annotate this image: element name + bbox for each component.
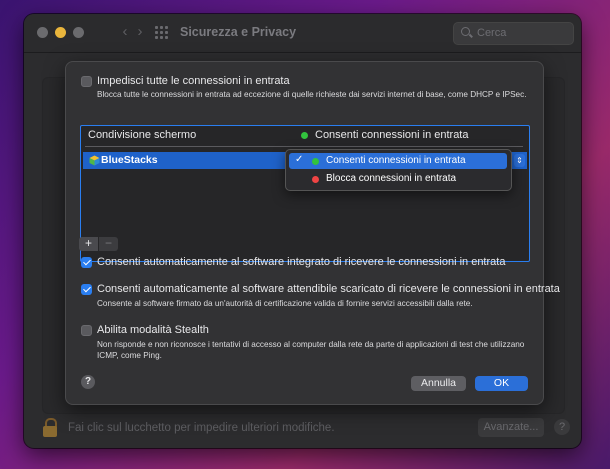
column-header-app: Condivisione schermo bbox=[88, 129, 197, 141]
connection-popup-menu: ✓ Consenti connessioni in entrata Blocca… bbox=[285, 149, 512, 191]
stealth-mode-label: Abilita modalità Stealth bbox=[97, 324, 209, 336]
auto-builtin-checkbox[interactable] bbox=[81, 257, 92, 268]
auto-signed-description: Consente al software firmato da un'autor… bbox=[97, 299, 473, 308]
ok-button[interactable]: OK bbox=[475, 376, 528, 391]
minimize-window-button[interactable] bbox=[55, 27, 66, 38]
search-field[interactable]: Cerca bbox=[453, 22, 574, 45]
forward-arrow-icon[interactable]: › bbox=[131, 23, 149, 41]
add-app-button[interactable]: + bbox=[79, 237, 98, 251]
window-title: Sicurezza e Privacy bbox=[180, 25, 297, 39]
bluestacks-icon bbox=[89, 155, 100, 166]
app-connections-table[interactable]: Condivisione schermo Consenti connession… bbox=[80, 125, 530, 262]
red-dot-icon bbox=[312, 176, 319, 183]
add-remove-control: + − bbox=[79, 237, 118, 251]
menu-item-label: Consenti connessioni in entrata bbox=[326, 155, 466, 166]
lock-footer-text: Fai clic sul lucchetto per impedire ulte… bbox=[68, 422, 335, 434]
menu-item-allow[interactable]: ✓ Consenti connessioni in entrata bbox=[289, 153, 507, 169]
block-all-label: Impedisci tutte le connessioni in entrat… bbox=[97, 75, 290, 87]
checkmark-icon: ✓ bbox=[295, 154, 304, 165]
search-placeholder: Cerca bbox=[477, 27, 507, 39]
auto-signed-checkbox[interactable] bbox=[81, 284, 92, 295]
menu-item-label: Blocca connessioni in entrata bbox=[326, 173, 457, 184]
close-window-button[interactable] bbox=[37, 27, 48, 38]
block-all-checkbox[interactable] bbox=[81, 76, 92, 87]
remove-app-button[interactable]: − bbox=[99, 237, 118, 251]
column-header-status: Consenti connessioni in entrata bbox=[315, 129, 469, 141]
auto-builtin-label: Consenti automaticamente al software int… bbox=[97, 256, 506, 268]
search-icon bbox=[461, 27, 470, 36]
zoom-window-button[interactable] bbox=[73, 27, 84, 38]
show-all-grid-icon[interactable] bbox=[155, 26, 168, 39]
connection-popup-stepper[interactable]: ⇕ bbox=[514, 154, 525, 167]
app-name: BlueStacks bbox=[101, 154, 158, 166]
stealth-mode-checkbox[interactable] bbox=[81, 325, 92, 336]
menu-item-block[interactable]: Blocca connessioni in entrata bbox=[289, 171, 507, 187]
status-dot-green bbox=[301, 132, 308, 139]
firewall-options-sheet: Impedisci tutte le connessioni in entrat… bbox=[65, 61, 560, 405]
table-header: Condivisione schermo Consenti connession… bbox=[81, 126, 529, 145]
green-dot-icon bbox=[312, 158, 319, 165]
auto-signed-label: Consenti automaticamente al software att… bbox=[97, 283, 560, 295]
title-bar: ‹ › Sicurezza e Privacy Cerca bbox=[24, 14, 581, 53]
help-button[interactable]: ? bbox=[81, 375, 95, 389]
window-help-button[interactable]: ? bbox=[554, 419, 570, 435]
advanced-button[interactable]: Avanzate... bbox=[478, 418, 544, 437]
block-all-description: Blocca tutte le connessioni in entrata a… bbox=[97, 90, 527, 99]
stealth-mode-description: Non risponde e non riconosce i tentativi… bbox=[97, 340, 525, 360]
lock-icon[interactable] bbox=[42, 418, 58, 438]
cancel-button[interactable]: Annulla bbox=[411, 376, 466, 391]
header-divider bbox=[85, 146, 523, 147]
